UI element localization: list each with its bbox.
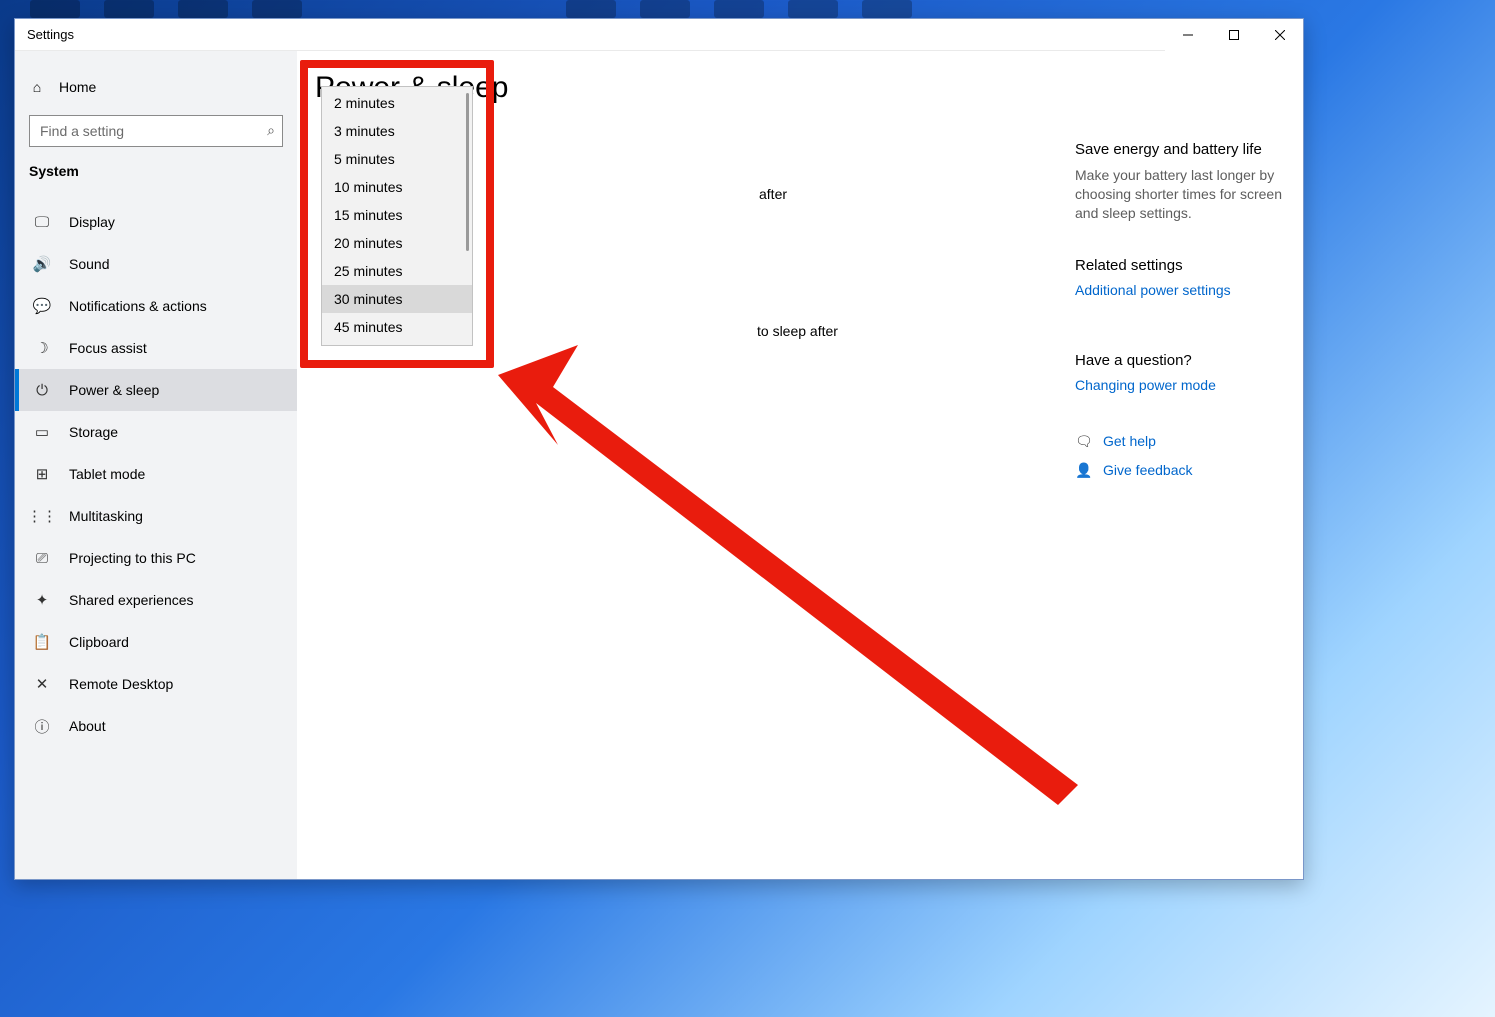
taskbar-item[interactable] bbox=[862, 0, 912, 18]
sidebar-item-icon: ⋮⋮ bbox=[33, 507, 51, 525]
window-title: Settings bbox=[27, 27, 74, 42]
question-heading: Have a question? bbox=[1075, 352, 1287, 369]
dropdown-option[interactable]: 3 minutes bbox=[322, 117, 472, 145]
dropdown-option[interactable]: 25 minutes bbox=[322, 257, 472, 285]
dropdown-option[interactable]: 20 minutes bbox=[322, 229, 472, 257]
sidebar-item-label: Clipboard bbox=[69, 634, 129, 650]
dropdown-scrollbar[interactable] bbox=[466, 93, 469, 251]
window-maximize-button[interactable] bbox=[1211, 19, 1257, 51]
additional-power-link[interactable]: Additional power settings bbox=[1075, 282, 1287, 298]
dropdown-option[interactable]: 2 minutes bbox=[322, 89, 472, 117]
sidebar-item-projecting-to-this-pc[interactable]: ⎚ Projecting to this PC bbox=[15, 537, 297, 579]
sidebar-item-icon: ✕ bbox=[33, 675, 51, 693]
dropdown-option[interactable]: 45 minutes bbox=[322, 313, 472, 341]
sidebar-item-label: Storage bbox=[69, 424, 118, 440]
taskbar-item[interactable] bbox=[788, 0, 838, 18]
sidebar-item-label: Display bbox=[69, 214, 115, 230]
sidebar-item-icon: ▭ bbox=[33, 423, 51, 441]
energy-description: Make your battery last longer by choosin… bbox=[1075, 166, 1287, 223]
changing-power-mode-link[interactable]: Changing power mode bbox=[1075, 377, 1287, 393]
get-help-link[interactable]: Get help bbox=[1103, 433, 1156, 449]
sidebar-item-icon: 📋 bbox=[33, 633, 51, 651]
give-feedback-link[interactable]: Give feedback bbox=[1103, 462, 1193, 478]
sidebar-item-icon: ✦ bbox=[33, 591, 51, 609]
taskbar-item[interactable] bbox=[714, 0, 764, 18]
taskbar-item[interactable] bbox=[252, 0, 302, 18]
search-input[interactable] bbox=[29, 115, 283, 147]
sidebar-home-label: Home bbox=[59, 79, 96, 95]
sidebar-item-storage[interactable]: ▭ Storage bbox=[15, 411, 297, 453]
screen-setting-text: after bbox=[759, 186, 787, 202]
sidebar-item-icon: ⎚ bbox=[33, 550, 51, 567]
minimize-icon bbox=[1183, 30, 1193, 40]
dropdown-option[interactable]: 10 minutes bbox=[322, 173, 472, 201]
sidebar-item-label: Sound bbox=[69, 256, 109, 272]
sidebar-item-icon: 🖵 bbox=[33, 214, 51, 231]
dropdown-option[interactable]: 15 minutes bbox=[322, 201, 472, 229]
energy-heading: Save energy and battery life bbox=[1075, 141, 1287, 158]
sidebar-item-icon: 🔊 bbox=[33, 255, 51, 273]
taskbar-item[interactable] bbox=[178, 0, 228, 18]
sidebar-item-icon: 💬 bbox=[33, 297, 51, 315]
home-icon: ⌂ bbox=[29, 79, 45, 95]
dropdown-option[interactable]: 30 minutes bbox=[322, 285, 472, 313]
sidebar: ⌂ Home ⌕ System 🖵Display🔊Sound💬Notificat… bbox=[15, 51, 297, 879]
sidebar-item-sound[interactable]: 🔊 Sound bbox=[15, 243, 297, 285]
time-dropdown[interactable]: 2 minutes3 minutes5 minutes10 minutes15 … bbox=[321, 86, 473, 346]
sidebar-item-label: Shared experiences bbox=[69, 592, 194, 608]
sidebar-item-shared-experiences[interactable]: ✦ Shared experiences bbox=[15, 579, 297, 621]
sidebar-item-label: Notifications & actions bbox=[69, 298, 207, 314]
dropdown-option[interactable]: 5 minutes bbox=[322, 145, 472, 173]
feedback-icon: 👤 bbox=[1075, 462, 1091, 479]
sidebar-item-label: Focus assist bbox=[69, 340, 147, 356]
sidebar-item-focus-assist[interactable]: ☽ Focus assist bbox=[15, 327, 297, 369]
settings-window: Settings ⌂ Home ⌕ System 🖵Display🔊 bbox=[14, 18, 1304, 880]
sidebar-item-tablet-mode[interactable]: ⊞ Tablet mode bbox=[15, 453, 297, 495]
sidebar-home[interactable]: ⌂ Home bbox=[15, 69, 297, 105]
sidebar-item-label: Projecting to this PC bbox=[69, 550, 196, 566]
sidebar-item-clipboard[interactable]: 📋 Clipboard bbox=[15, 621, 297, 663]
sidebar-item-remote-desktop[interactable]: ✕ Remote Desktop bbox=[15, 663, 297, 705]
right-help-panel: Save energy and battery life Make your b… bbox=[1075, 141, 1287, 491]
window-close-button[interactable] bbox=[1257, 19, 1303, 51]
sidebar-item-icon: ☽ bbox=[33, 339, 51, 357]
taskbar-item[interactable] bbox=[30, 0, 80, 18]
sidebar-item-label: Remote Desktop bbox=[69, 676, 173, 692]
sidebar-item-multitasking[interactable]: ⋮⋮ Multitasking bbox=[15, 495, 297, 537]
sidebar-item-display[interactable]: 🖵 Display bbox=[15, 201, 297, 243]
sidebar-item-label: Tablet mode bbox=[69, 466, 145, 482]
related-heading: Related settings bbox=[1075, 257, 1287, 274]
taskbar-item[interactable] bbox=[640, 0, 690, 18]
window-titlebar: Settings bbox=[15, 19, 1303, 51]
help-icon: 🗨 bbox=[1075, 433, 1091, 450]
sidebar-item-notifications-actions[interactable]: 💬 Notifications & actions bbox=[15, 285, 297, 327]
sidebar-item-about[interactable]: ⓘ About bbox=[15, 705, 297, 747]
maximize-icon bbox=[1229, 30, 1239, 40]
sidebar-section-label: System bbox=[15, 161, 297, 189]
window-minimize-button[interactable] bbox=[1165, 19, 1211, 51]
sleep-setting-text: to sleep after bbox=[757, 323, 838, 339]
sidebar-item-label: About bbox=[69, 718, 106, 734]
sidebar-item-power-sleep[interactable]: ⏻ Power & sleep bbox=[15, 369, 297, 411]
sidebar-item-icon: ⏻ bbox=[33, 382, 51, 399]
close-icon bbox=[1275, 30, 1285, 40]
sidebar-item-label: Multitasking bbox=[69, 508, 143, 524]
sidebar-item-label: Power & sleep bbox=[69, 382, 159, 398]
sidebar-item-icon: ⊞ bbox=[33, 465, 51, 483]
desktop-taskbar bbox=[0, 0, 1495, 18]
taskbar-item[interactable] bbox=[104, 0, 154, 18]
taskbar-item[interactable] bbox=[566, 0, 616, 18]
sidebar-item-icon: ⓘ bbox=[33, 716, 51, 737]
